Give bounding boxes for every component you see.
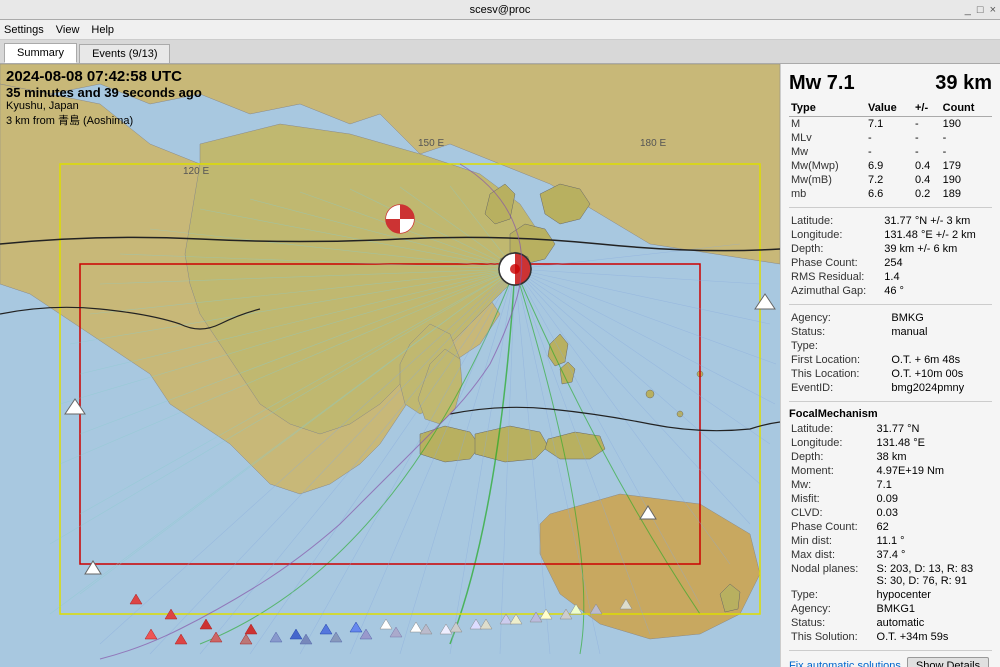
info-row: First Location: O.T. + 6m 48s [789, 353, 992, 367]
info-row: Phase Count: 62 [789, 520, 992, 534]
info-row: Phase Count: 254 [789, 256, 992, 270]
table-row: MLv - - - [789, 131, 992, 145]
info-row: Azimuthal Gap: 46 ° [789, 284, 992, 298]
info-row: Depth: 38 km [789, 450, 992, 464]
table-row: mb 6.6 0.2 189 [789, 187, 992, 201]
info-row: Latitude: 31.77 °N +/- 3 km [789, 214, 992, 228]
magnitude-table: Type Value +/- Count M 7.1 - 190 MLv - - [789, 101, 992, 201]
info-row: Moment: 4.97E+19 Nm [789, 464, 992, 478]
panel-header: Mw 7.1 39 km [789, 72, 992, 95]
show-details-button[interactable]: Show Details [907, 657, 989, 667]
table-row: Mw - - - [789, 145, 992, 159]
info-row: CLVD: 0.03 [789, 506, 992, 520]
divider-1 [789, 207, 992, 208]
location-table: Latitude: 31.77 °N +/- 3 km Longitude: 1… [789, 214, 992, 298]
table-row: Mw(Mwp) 6.9 0.4 179 [789, 159, 992, 173]
col-value: Value [866, 101, 913, 117]
window-title: scesv@proc [470, 4, 531, 16]
info-row: Misfit: 0.09 [789, 492, 992, 506]
info-row: Min dist: 11.1 ° [789, 534, 992, 548]
svg-text:150 E: 150 E [418, 138, 444, 149]
svg-text:120 E: 120 E [183, 166, 209, 177]
divider-3 [789, 401, 992, 402]
info-row: Longitude: 131.48 °E [789, 436, 992, 450]
fix-solutions-link[interactable]: Fix automatic solutions [789, 660, 901, 667]
info-row: Depth: 39 km +/- 6 km [789, 242, 992, 256]
agency-table: Agency: BMKG Status: manual Type: First … [789, 311, 992, 395]
menu-help[interactable]: Help [91, 24, 114, 36]
map-area[interactable]: 2024-08-08 07:42:58 UTC 35 minutes and 3… [0, 64, 780, 667]
distance-display: 39 km [935, 72, 992, 95]
focal-table: Latitude: 31.77 °N Longitude: 131.48 °E … [789, 422, 992, 644]
divider-2 [789, 304, 992, 305]
menu-settings[interactable]: Settings [4, 24, 44, 36]
info-row: RMS Residual: 1.4 [789, 270, 992, 284]
menu-view[interactable]: View [56, 24, 80, 36]
col-count: Count [941, 101, 992, 117]
magnitude-display: Mw 7.1 [789, 72, 855, 95]
maximize-btn[interactable]: □ [977, 4, 984, 16]
col-plusminus: +/- [913, 101, 941, 117]
info-row: Longitude: 131.48 °E +/- 2 km [789, 228, 992, 242]
info-row: This Solution: O.T. +34m 59s [789, 630, 992, 644]
window-controls[interactable]: _ □ × [965, 4, 996, 16]
info-row: Nodal planes: S: 203, D: 13, R: 83S: 30,… [789, 562, 992, 588]
tab-events[interactable]: Events (9/13) [79, 44, 170, 63]
minimize-btn[interactable]: _ [965, 4, 971, 16]
info-row: Type: [789, 339, 992, 353]
info-row: EventID: bmg2024pmny [789, 381, 992, 395]
focal-mechanism-title: FocalMechanism [789, 408, 992, 420]
info-row: Type: hypocenter [789, 588, 992, 602]
info-row: Latitude: 31.77 °N [789, 422, 992, 436]
info-row: Mw: 7.1 [789, 478, 992, 492]
map-svg: 120 E 150 E 180 E [0, 64, 780, 667]
info-row: Status: manual [789, 325, 992, 339]
titlebar: scesv@proc _ □ × [0, 0, 1000, 20]
table-row: M 7.1 - 190 [789, 117, 992, 132]
table-row: Mw(mB) 7.2 0.4 190 [789, 173, 992, 187]
event-location: Kyushu, Japan [6, 100, 202, 112]
info-row: This Location: O.T. +10m 00s [789, 367, 992, 381]
divider-4 [789, 650, 992, 651]
info-row: Max dist: 37.4 ° [789, 548, 992, 562]
menubar: Settings View Help [0, 20, 1000, 40]
event-datetime: 2024-08-08 07:42:58 UTC [6, 68, 202, 85]
svg-text:180 E: 180 E [640, 138, 666, 149]
main-content: 2024-08-08 07:42:58 UTC 35 minutes and 3… [0, 64, 1000, 667]
close-btn[interactable]: × [990, 4, 996, 16]
info-row: Status: automatic [789, 616, 992, 630]
col-type: Type [789, 101, 866, 117]
event-distance: 3 km from 青島 (Aoshima) [6, 112, 202, 128]
info-row: Agency: BMKG1 [789, 602, 992, 616]
tab-summary[interactable]: Summary [4, 43, 77, 63]
event-header: 2024-08-08 07:42:58 UTC 35 minutes and 3… [6, 68, 202, 128]
tabbar: Summary Events (9/13) [0, 40, 1000, 64]
button-row-1: Fix automatic solutions Show Details [789, 657, 992, 667]
event-ago: 35 minutes and 39 seconds ago [6, 85, 202, 100]
info-row: Agency: BMKG [789, 311, 992, 325]
info-panel: Mw 7.1 39 km Type Value +/- Count M 7.1 … [780, 64, 1000, 667]
